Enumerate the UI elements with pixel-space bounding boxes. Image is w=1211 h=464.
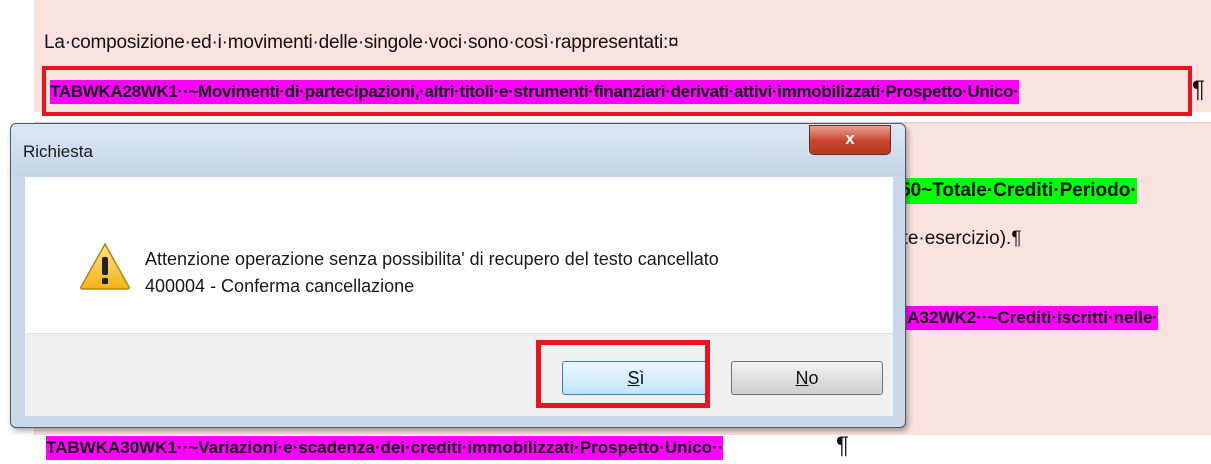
table-placeholder-tag[interactable]: TABWKA30WK1··~Variazioni·e·scadenza·dei·… [46,436,724,460]
green-field-tag[interactable]: 50~Totale·Crediti·Periodo· [900,178,1137,204]
dialog-titlebar[interactable]: Richiesta x [11,124,905,176]
document-text-line: La·composizione·ed·i·movimenti·delle·sin… [44,32,679,53]
confirmation-dialog: Richiesta x Attenzione operazione senza … [10,123,906,428]
table-placeholder-tag[interactable]: TABWKA28WK1··~Movimenti·di·partecipazion… [50,80,1019,104]
dialog-button-bar: Sì No [25,333,893,416]
paragraph-mark: ¶ [836,432,849,459]
dialog-message-line: Attenzione operazione senza possibilita'… [145,249,719,269]
paragraph-mark: ¶ [1192,76,1205,103]
no-button-mnemonic: N [795,368,809,388]
document-text-fragment: nte·esercizio).¶ [892,228,1022,249]
no-button-label: o [808,368,819,388]
dialog-body: Attenzione operazione senza possibilita'… [25,177,893,333]
no-button[interactable]: No [731,361,883,395]
dialog-message-line: 400004 - Conferma cancellazione [145,276,415,296]
close-icon: x [845,129,855,148]
warning-icon [80,242,130,290]
close-button[interactable]: x [809,125,891,155]
annotation-highlight-box [536,340,710,408]
dialog-title: Richiesta [23,142,93,161]
table-placeholder-tag-partial[interactable]: KA32WK2··~Crediti·iscritti·nelle· [895,306,1159,330]
dialog-message: Attenzione operazione senza possibilita'… [145,246,719,300]
